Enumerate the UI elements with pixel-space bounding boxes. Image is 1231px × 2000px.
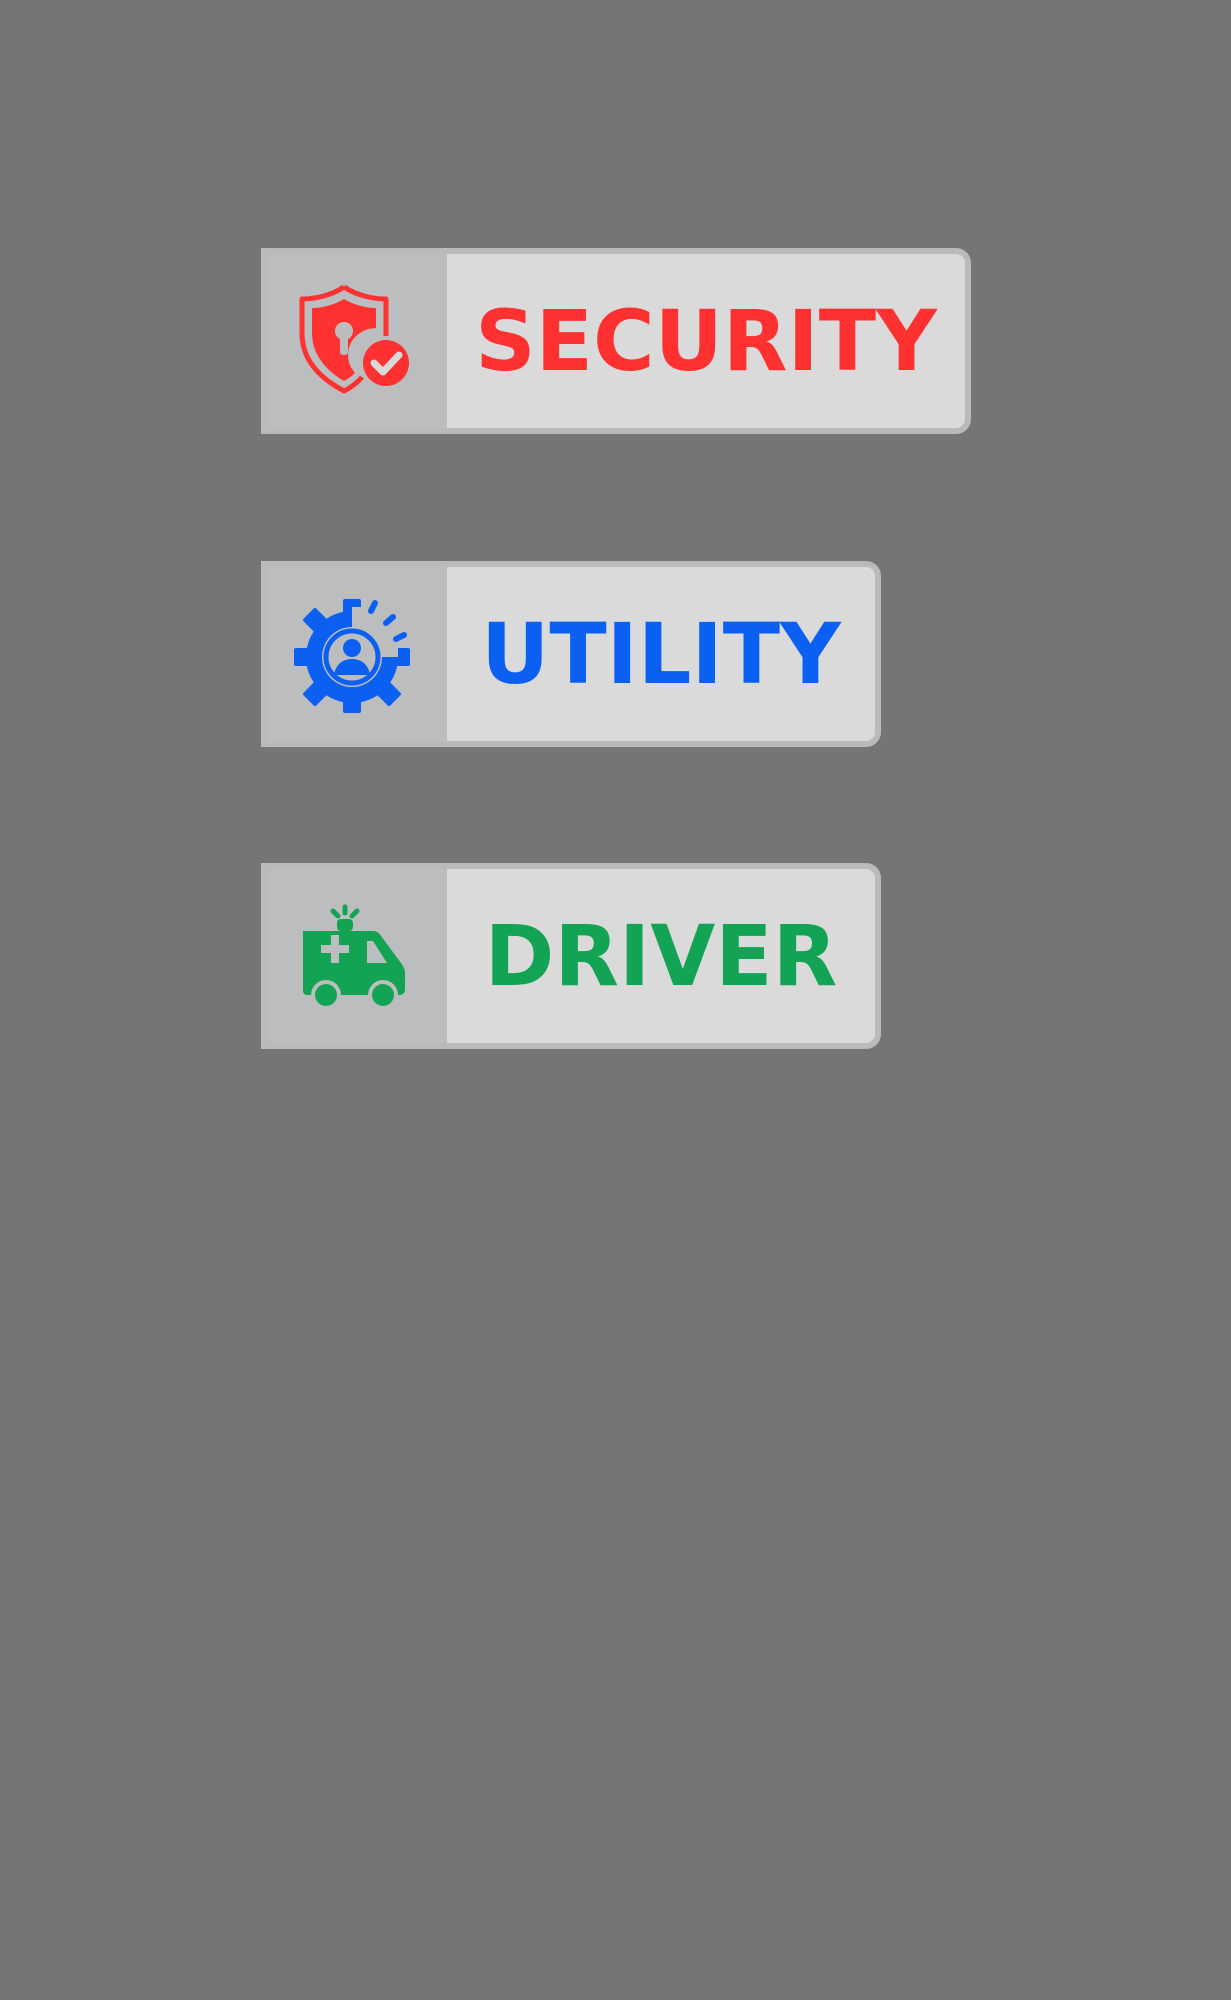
gear-user-icon <box>294 599 410 713</box>
security-label: SECURITY <box>475 292 937 390</box>
driver-label: DRIVER <box>484 907 838 1005</box>
utility-button[interactable]: UTILITY <box>261 561 881 747</box>
utility-icon-panel <box>267 567 447 741</box>
driver-button[interactable]: DRIVER <box>261 863 881 1049</box>
security-icon-panel <box>267 254 447 428</box>
utility-label: UTILITY <box>481 605 841 703</box>
driver-icon-panel <box>267 869 447 1043</box>
ambulance-icon <box>303 904 405 1010</box>
shield-lock-check-icon <box>299 284 413 394</box>
security-button[interactable]: SECURITY <box>261 248 971 434</box>
